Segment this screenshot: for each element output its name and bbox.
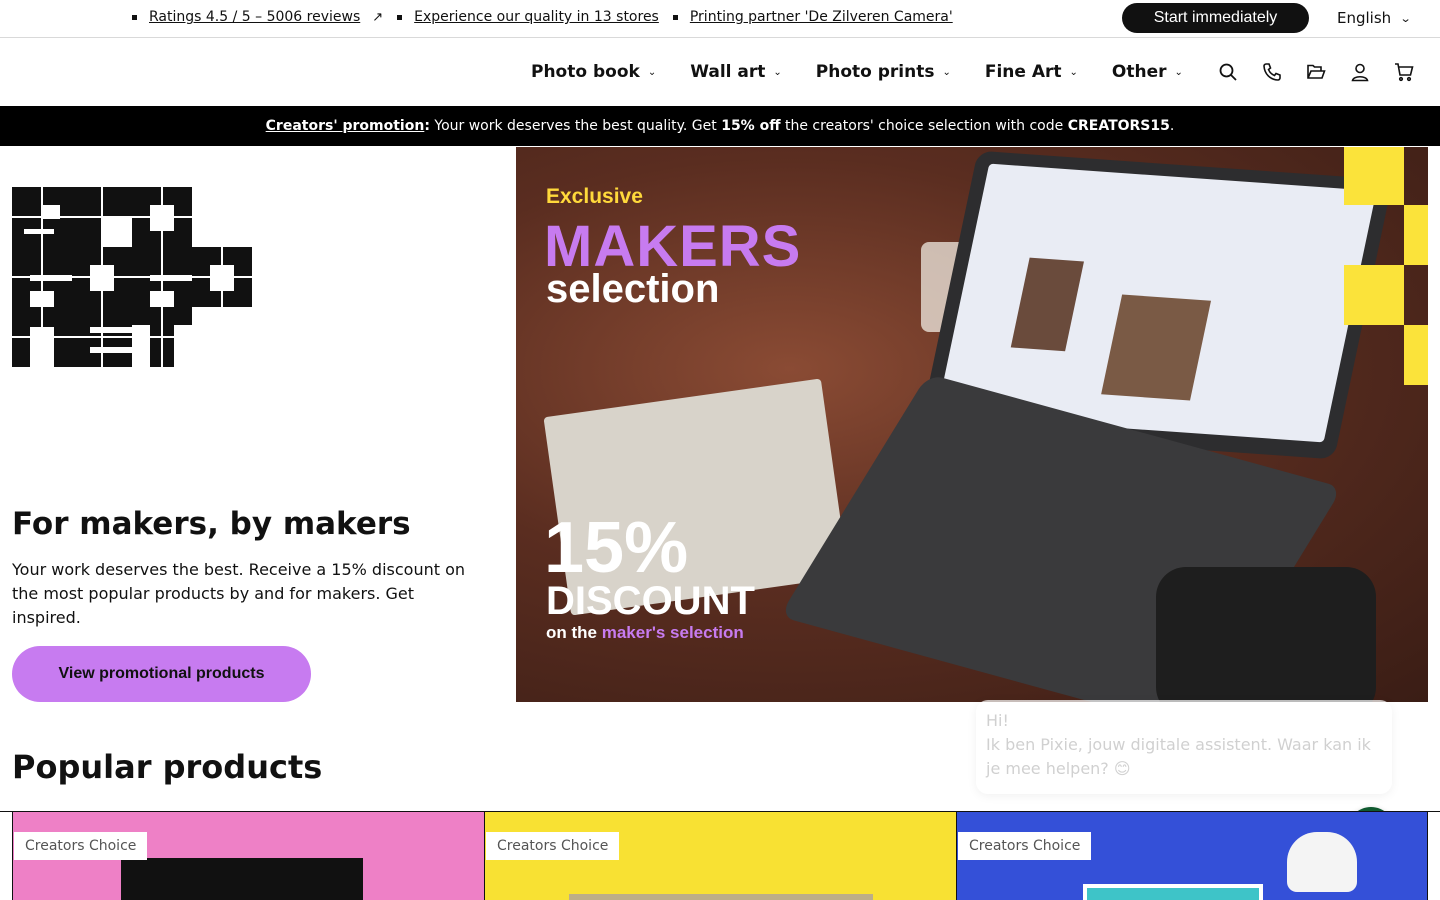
usp-item: Ratings 4.5 / 5 – 5006 reviews ↗ bbox=[132, 9, 383, 25]
screen-photo bbox=[1101, 294, 1212, 401]
nav-item-wall-art[interactable]: Wall art ⌄ bbox=[690, 62, 782, 82]
bullet-icon bbox=[397, 14, 403, 20]
banner-makers-selection-label: maker's selection bbox=[601, 623, 744, 642]
yellow-block bbox=[1344, 147, 1404, 205]
banner-discount-text: DISCOUNT bbox=[546, 579, 755, 623]
chat-greeting-bubble[interactable]: Hi! Ik ben Pixie, jouw digitale assisten… bbox=[976, 700, 1392, 794]
chevron-down-icon: ⌄ bbox=[647, 66, 657, 78]
external-link-icon[interactable]: ↗ bbox=[372, 10, 383, 25]
nav-item-label: Other bbox=[1111, 62, 1167, 82]
banner-exclusive-text: Exclusive bbox=[546, 185, 643, 208]
chevron-down-icon: ⌄ bbox=[1399, 11, 1412, 25]
nav-item-other[interactable]: Other ⌄ bbox=[1112, 62, 1183, 82]
chevron-down-icon: ⌄ bbox=[1069, 66, 1078, 78]
usp-item: Experience our quality in 13 stores bbox=[397, 9, 659, 25]
creators-choice-badge: Creators Choice bbox=[486, 832, 620, 860]
nav-menu: Photo book ⌄ Wall art ⌄ Photo prints ⌄ F… bbox=[531, 62, 1217, 82]
chevron-down-icon: ⌄ bbox=[1174, 66, 1183, 78]
main-nav: Photo book ⌄ Wall art ⌄ Photo prints ⌄ F… bbox=[0, 38, 1440, 106]
creators-choice-badge: Creators Choice bbox=[958, 832, 1092, 860]
chevron-down-icon: ⌄ bbox=[773, 66, 782, 78]
yellow-block bbox=[1404, 325, 1428, 385]
search-icon[interactable] bbox=[1216, 60, 1240, 84]
phone-icon[interactable] bbox=[1260, 60, 1284, 84]
product-image bbox=[1083, 884, 1263, 900]
hero-banner-image[interactable]: Exclusive MAKERS selection 15% DISCOUNT … bbox=[516, 147, 1428, 702]
banner-on-the-text: on the maker's selection bbox=[546, 623, 744, 643]
banner-on-the-label: on the bbox=[546, 623, 602, 642]
chat-greeting-line: Hi! bbox=[986, 711, 1009, 730]
nav-item-label: Photo prints bbox=[815, 62, 935, 82]
ratings-link[interactable]: Ratings 4.5 / 5 – 5006 reviews bbox=[149, 9, 360, 25]
promo-discount: 15% off bbox=[721, 118, 781, 134]
chevron-down-icon: ⌄ bbox=[942, 66, 951, 78]
creators-choice-badge: Creators Choice bbox=[14, 832, 148, 860]
product-card[interactable]: Creators Choice bbox=[12, 812, 484, 900]
usp-list: Ratings 4.5 / 5 – 5006 reviews ↗ Experie… bbox=[132, 9, 967, 25]
nav-item-photo-prints[interactable]: Photo prints ⌄ bbox=[816, 62, 951, 82]
nav-icon-group bbox=[1216, 60, 1436, 84]
printing-partner-link[interactable]: Printing partner 'De Zilveren Camera' bbox=[690, 9, 953, 25]
bullet-icon bbox=[672, 14, 678, 20]
promo-text: Your work deserves the best quality. Get bbox=[429, 118, 722, 134]
language-selector[interactable]: English ⌄ bbox=[1337, 9, 1412, 27]
profotonet-logo[interactable] bbox=[12, 187, 252, 367]
nav-item-label: Wall art bbox=[690, 62, 766, 82]
product-card[interactable]: Creators Choice bbox=[484, 812, 956, 900]
product-grid: Creators Choice Creators Choice Creators… bbox=[0, 811, 1440, 900]
yellow-block bbox=[1404, 205, 1428, 265]
cart-icon[interactable] bbox=[1392, 60, 1416, 84]
language-label: English bbox=[1337, 9, 1392, 27]
hero-subtitle: Your work deserves the best. Receive a 1… bbox=[12, 560, 466, 627]
usp-item: Printing partner 'De Zilveren Camera' bbox=[672, 9, 953, 25]
banner-selection-text: selection bbox=[546, 267, 720, 311]
promo-code: CREATORS15 bbox=[1067, 118, 1170, 134]
product-image bbox=[121, 858, 363, 900]
hero-title: For makers, by makers bbox=[12, 506, 411, 542]
chat-greeting-line: Ik ben Pixie, jouw digitale assistent. W… bbox=[986, 735, 1371, 778]
yellow-block bbox=[1344, 265, 1404, 325]
product-image bbox=[569, 894, 873, 900]
nav-item-label: Fine Art bbox=[984, 62, 1062, 82]
nav-item-photo-book[interactable]: Photo book ⌄ bbox=[531, 62, 656, 82]
nav-item-label: Photo book bbox=[531, 62, 640, 82]
nav-item-fine-art[interactable]: Fine Art ⌄ bbox=[985, 62, 1078, 82]
view-promotional-products-button[interactable]: View promotional products bbox=[12, 646, 311, 702]
promo-text: the creators' choice selection with code bbox=[780, 118, 1068, 134]
promo-banner: Creators' promotion : Your work deserves… bbox=[0, 106, 1440, 146]
glove-image bbox=[1287, 832, 1357, 892]
banner-percent-text: 15% bbox=[544, 508, 689, 588]
folder-icon[interactable] bbox=[1304, 60, 1328, 84]
screen-photo bbox=[1010, 257, 1084, 352]
stores-link[interactable]: Experience our quality in 13 stores bbox=[414, 9, 659, 25]
bullet-icon bbox=[132, 14, 137, 20]
start-immediately-button[interactable]: Start immediately bbox=[1122, 3, 1309, 33]
promo-end: . bbox=[1169, 118, 1175, 134]
user-icon[interactable] bbox=[1348, 60, 1372, 84]
top-bar: Ratings 4.5 / 5 – 5006 reviews ↗ Experie… bbox=[0, 0, 1440, 38]
camera-image bbox=[1156, 567, 1376, 702]
product-card[interactable]: Creators Choice bbox=[956, 812, 1428, 900]
creators-promotion-link[interactable]: Creators' promotion bbox=[266, 118, 425, 134]
popular-products-heading: Popular products bbox=[12, 748, 323, 786]
